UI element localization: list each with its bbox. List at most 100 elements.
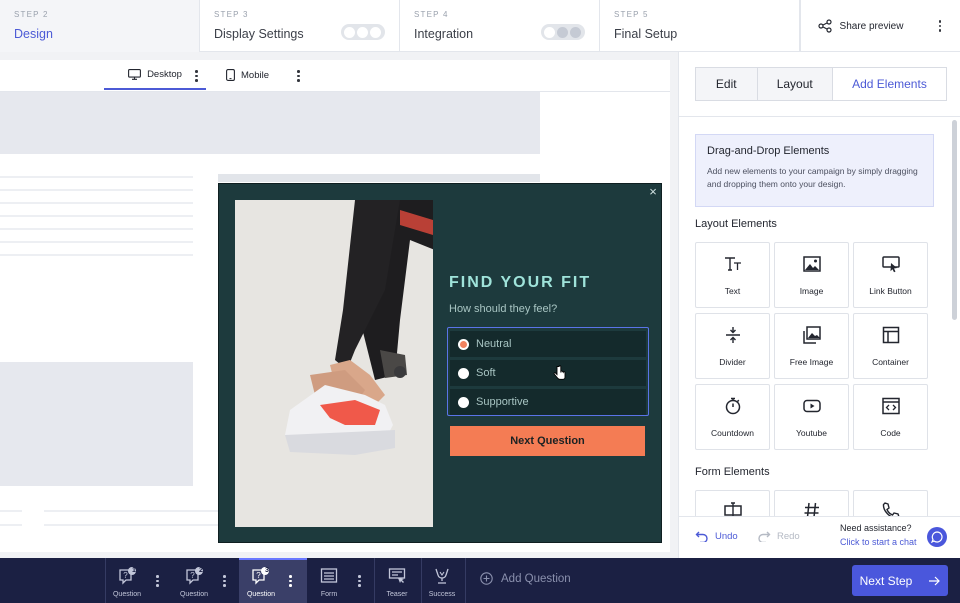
drag-drop-info: Drag-and-Drop Elements Add new elements … [695,134,934,207]
form-elements-heading: Form Elements [695,466,770,478]
form-icon [320,568,338,583]
step-integration[interactable]: STEP 4 Integration [400,0,600,52]
tab-edit[interactable]: Edit [696,68,758,100]
placeholder-banner [0,92,540,154]
element-free-image[interactable]: Free Image [774,313,849,379]
element-label: Image [799,286,824,296]
svg-text:?: ? [256,571,261,580]
question-3-options-icon[interactable] [289,575,292,587]
element-code[interactable]: Code [853,384,928,450]
tab-desktop-label: Desktop [147,68,182,80]
nav-teaser[interactable]: Teaser [378,558,416,603]
campaign-popup[interactable]: × FIND YOUR FIT How should they feel? Ne… [218,183,662,543]
radio[interactable] [458,396,469,408]
tab-layout[interactable]: Layout [757,68,833,100]
element-label: Link Button [869,286,912,296]
start-chat-link[interactable]: Click to start a chat [840,537,917,547]
countdown-icon [725,397,741,415]
element-container[interactable]: Container [853,313,928,379]
undo-label: Undo [715,530,738,542]
option-supportive[interactable]: Supportive [450,389,646,415]
undo-icon [695,531,708,542]
element-label: Text [724,286,741,296]
tab-add-elements[interactable]: Add Elements [832,68,947,100]
option-label: Soft [476,367,496,379]
sneaker-photo [235,200,433,527]
element-image[interactable]: Image [774,242,849,308]
nav-item-label: Question [112,591,142,598]
element-label: Free Image [789,357,834,367]
step-design[interactable]: STEP 2 Design [0,0,200,52]
element-label: Container [872,357,909,367]
form-options-icon[interactable] [358,575,361,587]
mobile-options-icon[interactable] [297,70,300,82]
add-question-button[interactable]: Add Question [480,572,571,585]
nav-question-1[interactable]: ? 1 Question [108,558,146,603]
add-circle-icon [480,572,493,585]
placeholder-strip [218,174,540,182]
step-label: STEP 4 [414,10,449,19]
next-step-button[interactable]: Next Step [852,565,948,596]
editor-canvas: Desktop Mobile × FIND YOUR FIT How shoul… [0,52,678,558]
element-link-button[interactable]: Link Button [853,242,928,308]
radio-selected[interactable] [458,338,469,350]
element-text[interactable]: Text [695,242,770,308]
step-title: Final Setup [614,27,678,41]
elements-panel: Edit Layout Add Elements Drag-and-Drop E… [678,52,960,558]
step-navigation-bar: ? 1 Question ? 2 Question ? 3 Question F… [0,558,960,603]
success-trophy-icon [435,568,449,584]
element-youtube[interactable]: Youtube [774,384,849,450]
share-preview-label: Share preview [839,20,904,32]
step-display-settings[interactable]: STEP 3 Display Settings [200,0,400,52]
pointer-cursor-icon [553,365,566,380]
redo-button[interactable]: Redo [757,530,800,542]
tab-desktop[interactable]: Desktop [104,60,206,90]
question-badge: 3 [265,567,269,574]
nav-question-3-active[interactable]: ? 3 Question [239,558,307,603]
nav-item-label: Question [179,591,209,598]
steps-bar: STEP 2 Design STEP 3 Display Settings ST… [0,0,960,52]
redo-icon [758,531,771,542]
option-label: Neutral [476,338,512,350]
chat-button[interactable] [927,527,947,547]
step-label: STEP 3 [214,10,249,19]
assistance-question: Need assistance? [840,523,912,533]
panel-tabs: Edit Layout Add Elements [695,67,947,101]
more-options-button[interactable] [920,0,960,52]
option-neutral[interactable]: Neutral [450,331,646,357]
step-final-setup[interactable]: STEP 5 Final Setup [600,0,800,52]
svg-text:?: ? [190,571,195,580]
nav-form[interactable]: Form [310,558,348,603]
element-input[interactable] [695,490,770,519]
element-divider[interactable]: Divider [695,313,770,379]
undo-button[interactable]: Undo [695,530,738,542]
next-question-button[interactable]: Next Question [450,426,645,456]
nav-item-label: Question [246,591,276,598]
element-countdown[interactable]: Countdown [695,384,770,450]
step-label: STEP 5 [614,10,649,19]
close-icon[interactable]: × [647,185,659,198]
progress-dots [541,24,585,40]
option-soft[interactable]: Soft [450,360,646,386]
element-label: Code [880,428,901,438]
nav-question-2[interactable]: ? 2 Question [175,558,213,603]
step-title: Design [14,27,53,41]
element-number[interactable] [774,490,849,518]
tab-mobile[interactable]: Mobile [226,60,269,90]
panel-footer: Undo Redo Need assistance? Click to star… [679,516,960,558]
question-2-options-icon[interactable] [223,575,226,587]
tab-mobile-label: Mobile [241,69,269,81]
element-label: Countdown [710,428,754,438]
element-phone[interactable] [853,490,928,519]
radio[interactable] [458,367,469,379]
desktop-options-icon[interactable] [195,70,198,82]
share-preview-button[interactable]: Share preview [800,0,920,52]
element-label: Divider [719,357,746,367]
device-switcher: Desktop Mobile [0,60,670,92]
nav-success[interactable]: Success [423,558,461,603]
mobile-icon [226,69,235,81]
question-1-options-icon[interactable] [156,575,159,587]
add-question-label: Add Question [501,572,571,585]
code-icon [882,397,900,415]
panel-scrollbar[interactable] [952,120,957,320]
